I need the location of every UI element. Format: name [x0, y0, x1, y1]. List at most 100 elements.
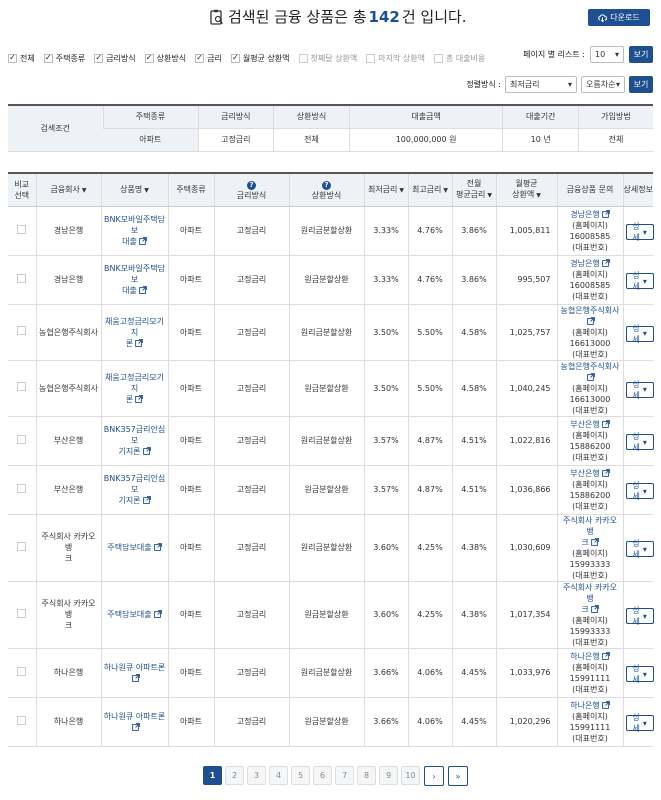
- next-page-button[interactable]: ›: [424, 766, 444, 786]
- filter-checkbox-4[interactable]: ✓ 금리: [195, 53, 222, 64]
- page-button-8[interactable]: 8: [357, 766, 376, 785]
- compare-checkbox[interactable]: [17, 483, 27, 493]
- product-link[interactable]: 하나원큐 아파트론: [104, 712, 165, 732]
- max-rate-cell: 4.87%: [407, 465, 452, 515]
- last-page-button[interactable]: »: [448, 766, 468, 786]
- bank-homepage-link[interactable]: 하나은행: [570, 652, 610, 661]
- bank-homepage-link[interactable]: 부산은행: [570, 469, 610, 478]
- download-button[interactable]: 다운로드: [588, 9, 650, 26]
- detail-button[interactable]: 상세 ▾: [625, 606, 654, 626]
- filter-checkbox-7[interactable]: 마지막 상환액: [366, 53, 425, 64]
- sort-view-button[interactable]: 보기: [629, 76, 653, 93]
- compare-checkbox[interactable]: [17, 715, 27, 725]
- detail-button[interactable]: 상세 ▾: [625, 222, 654, 242]
- help-icon[interactable]: ?: [247, 180, 256, 190]
- per-page-view-button[interactable]: 보기: [629, 46, 653, 63]
- detail-button[interactable]: 상세 ▾: [625, 713, 654, 733]
- condition-value: 10 년: [502, 128, 579, 152]
- company-cell: 경남은행: [35, 255, 101, 305]
- external-link-icon: [135, 338, 144, 347]
- bank-homepage-link[interactable]: 농협은행주식회사: [561, 362, 619, 382]
- per-page-select[interactable]: 10 ▾: [590, 46, 624, 63]
- page-button-4[interactable]: 4: [269, 766, 288, 785]
- filter-checkbox-0[interactable]: ✓ 전체: [8, 53, 35, 64]
- compare-checkbox[interactable]: [17, 273, 27, 283]
- compare-checkbox[interactable]: [17, 541, 27, 551]
- col-product[interactable]: 상품명 ▼: [100, 173, 168, 207]
- detail-button[interactable]: 상세 ▾: [625, 432, 654, 452]
- product-link[interactable]: 주택담보대출: [107, 610, 162, 619]
- company-cell: 부산은행: [35, 416, 101, 466]
- filter-checkbox-2[interactable]: ✓ 금리방식: [94, 53, 136, 64]
- help-icon[interactable]: ?: [322, 180, 331, 190]
- page-button-9[interactable]: 9: [379, 766, 398, 785]
- page-button-6[interactable]: 6: [313, 766, 332, 785]
- product-link[interactable]: BNK모바일주택담보 대출: [104, 264, 165, 295]
- monthly-cell: 1,036,866: [495, 465, 557, 515]
- compare-checkbox[interactable]: [17, 666, 27, 676]
- detail-button[interactable]: 상세 ▾: [625, 481, 654, 501]
- detail-button[interactable]: 상세 ▾: [625, 324, 654, 344]
- product-link[interactable]: BNK357금리안심모 기지론: [104, 425, 165, 456]
- download-label: 다운로드: [610, 13, 640, 22]
- filter-checkbox-8[interactable]: 총 대출비용: [433, 53, 485, 64]
- inquiry-cell: 주식회사 카카오뱅 크 (홈페이지) 15993333 (대표번호): [556, 581, 623, 649]
- product-link[interactable]: BNK357금리안심모 기지론: [104, 474, 165, 505]
- external-link-icon: [131, 673, 140, 682]
- compare-checkbox[interactable]: [17, 382, 27, 391]
- detail-button[interactable]: 상세 ▾: [625, 539, 654, 559]
- condition-header: 금리방식: [197, 105, 274, 129]
- product-link[interactable]: 채움고정금리모기지 론: [105, 317, 164, 348]
- external-link-icon: [131, 722, 140, 731]
- col-max-rate[interactable]: 최고금리 ▼: [407, 173, 452, 207]
- compare-cell: [8, 581, 36, 649]
- sort-caret-icon: ▼: [443, 186, 449, 194]
- sort-order-select[interactable]: 오름차순 ▾: [581, 76, 625, 93]
- col-monthly[interactable]: 월평균 상환액 ▼: [495, 173, 557, 207]
- rate-type-cell: 고정금리: [213, 697, 289, 747]
- compare-checkbox[interactable]: [17, 224, 27, 234]
- detail-button[interactable]: 상세 ▾: [625, 664, 654, 684]
- sort-field-select[interactable]: 최저금리 ▾: [505, 76, 577, 93]
- filter-checkbox-1[interactable]: ✓ 주택종류: [43, 53, 85, 64]
- page-button-3[interactable]: 3: [247, 766, 266, 785]
- page-button-7[interactable]: 7: [335, 766, 354, 785]
- bank-homepage-link[interactable]: 부산은행: [570, 420, 610, 429]
- page-button-10[interactable]: 10: [401, 766, 420, 785]
- col-avg-rate[interactable]: 전월 평균금리 ▼: [451, 173, 496, 207]
- detail-button[interactable]: 상세 ▾: [625, 271, 654, 291]
- repay-cell: 원금분할상환: [288, 465, 364, 515]
- title-prefix: 검색된 금융 상품은 총: [228, 8, 367, 26]
- external-link-icon: [601, 700, 610, 709]
- compare-cell: [8, 360, 36, 417]
- col-company[interactable]: 금융회사 ▼: [35, 173, 101, 207]
- bank-homepage-link[interactable]: 경남은행: [570, 259, 610, 268]
- compare-checkbox[interactable]: [17, 326, 27, 335]
- page-button-1[interactable]: 1: [203, 766, 222, 785]
- avg-rate-cell: 4.58%: [451, 360, 496, 417]
- product-cell: 채움고정금리모기지 론: [100, 304, 168, 361]
- checkbox-icon: ✓: [195, 53, 205, 63]
- product-link[interactable]: BNK모바일주택담보 대출: [104, 215, 165, 246]
- checkbox-icon: [366, 53, 376, 63]
- product-link[interactable]: 하나원큐 아파트론: [104, 663, 165, 683]
- filter-checkbox-5[interactable]: ✓ 월평균 상환액: [230, 53, 290, 64]
- product-link[interactable]: 채움고정금리모기지 론: [105, 373, 164, 404]
- rate-type-cell: 고정금리: [213, 360, 289, 417]
- filter-checkbox-3[interactable]: ✓ 상환방식: [144, 53, 186, 64]
- bank-homepage-link[interactable]: 경남은행: [570, 210, 610, 219]
- bank-homepage-link[interactable]: 주식회사 카카오뱅 크: [563, 583, 617, 614]
- product-link[interactable]: 주택담보대출: [107, 543, 162, 552]
- compare-checkbox[interactable]: [17, 608, 27, 618]
- compare-checkbox[interactable]: [17, 434, 27, 444]
- bank-homepage-link[interactable]: 농협은행주식회사: [561, 306, 619, 326]
- bank-homepage-link[interactable]: 하나은행: [570, 700, 610, 710]
- page-button-5[interactable]: 5: [291, 766, 310, 785]
- detail-button[interactable]: 상세 ▾: [625, 380, 654, 400]
- monthly-cell: 1,025,757: [495, 304, 557, 361]
- filter-checkbox-6[interactable]: 첫째달 상환액: [298, 53, 357, 64]
- caret-down-icon: ▾: [642, 227, 647, 237]
- col-min-rate[interactable]: 최저금리 ▼: [363, 173, 408, 207]
- bank-homepage-link[interactable]: 주식회사 카카오뱅 크: [563, 516, 617, 547]
- page-button-2[interactable]: 2: [225, 766, 244, 785]
